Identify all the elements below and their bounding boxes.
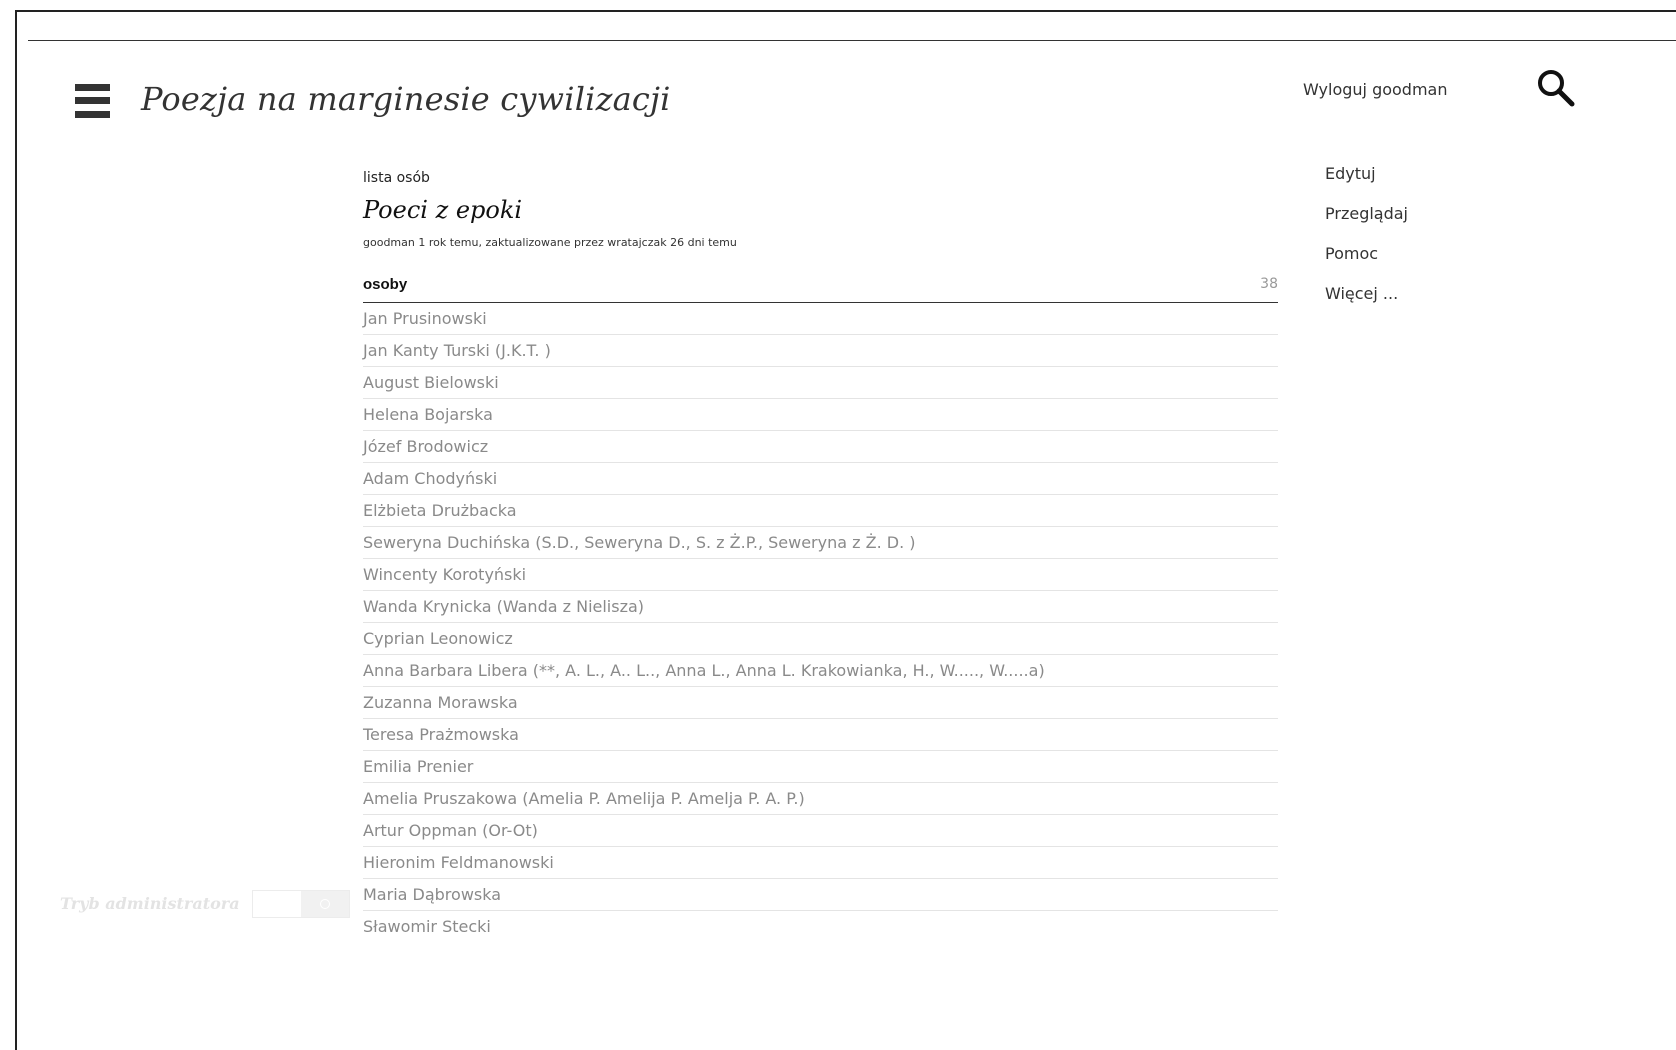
edit-link[interactable]: Edytuj xyxy=(1325,162,1408,202)
help-link[interactable]: Pomoc xyxy=(1325,242,1408,282)
hamburger-bar xyxy=(75,84,110,91)
people-list: Jan Prusinowski Jan Kanty Turski (J.K.T.… xyxy=(363,303,1278,942)
toggle-knob xyxy=(301,891,349,917)
browse-link[interactable]: Przeglądaj xyxy=(1325,202,1408,242)
list-item[interactable]: August Bielowski xyxy=(363,367,1278,399)
logout-link[interactable]: Wyloguj goodman xyxy=(1303,80,1448,99)
list-item[interactable]: Elżbieta Drużbacka xyxy=(363,495,1278,527)
list-item[interactable]: Maria Dąbrowska xyxy=(363,879,1278,911)
list-item[interactable]: Józef Brodowicz xyxy=(363,431,1278,463)
list-label: osoby xyxy=(363,276,408,293)
main-content: lista osób Poeci z epoki goodman 1 rok t… xyxy=(363,168,1278,942)
hamburger-menu-icon[interactable] xyxy=(75,84,110,118)
list-item[interactable]: Jan Kanty Turski (J.K.T. ) xyxy=(363,335,1278,367)
list-item[interactable]: Wanda Krynicka (Wanda z Nielisza) xyxy=(363,591,1278,623)
page-kind-label: lista osób xyxy=(363,170,430,186)
admin-mode-label: Tryb administratora xyxy=(60,894,240,913)
list-item[interactable]: Hieronim Feldmanowski xyxy=(363,847,1278,879)
hamburger-bar xyxy=(75,97,110,104)
list-item[interactable]: Teresa Prażmowska xyxy=(363,719,1278,751)
list-item[interactable]: Zuzanna Morawska xyxy=(363,687,1278,719)
list-item[interactable]: Jan Prusinowski xyxy=(363,303,1278,335)
list-item[interactable]: Seweryna Duchińska (S.D., Seweryna D., S… xyxy=(363,527,1278,559)
search-icon[interactable] xyxy=(1536,68,1576,108)
page-title: Poeci z epoki xyxy=(363,196,523,224)
site-title[interactable]: Poezja na marginesie cywilizacji xyxy=(141,80,671,118)
hamburger-bar xyxy=(75,111,110,118)
list-item[interactable]: Wincenty Korotyński xyxy=(363,559,1278,591)
top-divider xyxy=(28,40,1676,41)
list-item[interactable]: Sławomir Stecki xyxy=(363,911,1278,942)
list-header: osoby 38 xyxy=(363,274,1278,303)
page-meta: goodman 1 rok temu, zaktualizowane przez… xyxy=(363,236,737,249)
list-item[interactable]: Cyprian Leonowicz xyxy=(363,623,1278,655)
list-item[interactable]: Helena Bojarska xyxy=(363,399,1278,431)
list-item[interactable]: Emilia Prenier xyxy=(363,751,1278,783)
admin-mode-toggle[interactable] xyxy=(252,890,350,918)
list-count: 38 xyxy=(1260,276,1278,292)
list-item[interactable]: Anna Barbara Libera (**, A. L., A.. L..,… xyxy=(363,655,1278,687)
list-item[interactable]: Amelia Pruszakowa (Amelia P. Amelija P. … xyxy=(363,783,1278,815)
list-item[interactable]: Adam Chodyński xyxy=(363,463,1278,495)
list-item[interactable]: Artur Oppman (Or-Ot) xyxy=(363,815,1278,847)
page-actions-menu: Edytuj Przeglądaj Pomoc Więcej ... xyxy=(1325,162,1408,322)
more-link[interactable]: Więcej ... xyxy=(1325,282,1408,322)
